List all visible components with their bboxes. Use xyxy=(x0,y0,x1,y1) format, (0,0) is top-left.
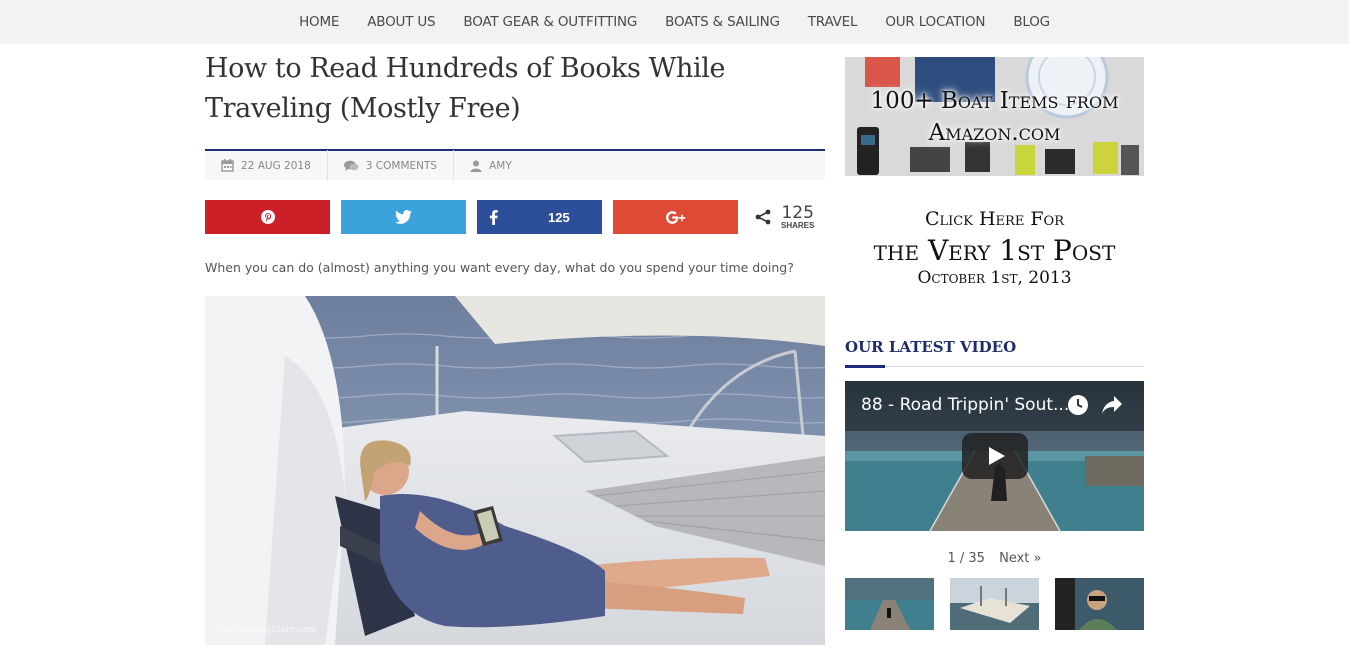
share-total-count: 125 SHARES xyxy=(781,202,815,230)
share-total-number: 125 xyxy=(781,202,814,223)
video-pager-next[interactable]: Next » xyxy=(999,551,1041,566)
post-column: How to Read Hundreds of Books While Trav… xyxy=(205,44,825,645)
amazon-banner-line2: Amazon.com xyxy=(928,120,1061,146)
first-post-link[interactable]: Click Here For the Very 1st Post October… xyxy=(845,206,1144,288)
video-share-icon[interactable] xyxy=(1101,395,1123,415)
share-total: 125 SHARES xyxy=(755,202,815,230)
amazon-banner-text: 100+ Boat Items from Amazon.com xyxy=(845,85,1144,149)
google-plus-icon xyxy=(665,210,685,224)
hero-image: OutChasingStars.com xyxy=(205,296,825,645)
video-play-button[interactable] xyxy=(962,433,1028,479)
post-intro: When you can do (almost) anything you wa… xyxy=(205,260,794,275)
video-thumb[interactable] xyxy=(950,578,1039,630)
post-comments-link[interactable]: 3 COMMENTS xyxy=(328,150,455,181)
nav-menu: HOME ABOUT US BOAT GEAR & OUTFITTING BOA… xyxy=(0,0,1349,44)
pinterest-icon xyxy=(260,210,275,224)
top-navigation: HOME ABOUT US BOAT GEAR & OUTFITTING BOA… xyxy=(0,0,1349,44)
latest-video-player[interactable]: 88 - Road Trippin' Sout... xyxy=(845,381,1144,531)
sidebar: 100+ Boat Items from Amazon.com Click He… xyxy=(845,57,1144,630)
pinterest-share-button[interactable] xyxy=(205,200,330,234)
post-meta-bar: 22 AUG 2018 3 COMMENTS AMY xyxy=(205,149,825,181)
post-author-link[interactable]: AMY xyxy=(454,150,528,181)
calendar-icon xyxy=(221,159,234,172)
google-plus-share-button[interactable] xyxy=(613,200,738,234)
twitter-share-button[interactable] xyxy=(341,200,466,234)
amazon-banner-line1: 100+ Boat Items from xyxy=(870,88,1119,114)
post-date: 22 AUG 2018 xyxy=(205,150,328,181)
post-title: How to Read Hundreds of Books While Trav… xyxy=(205,53,726,124)
video-thumb[interactable] xyxy=(1055,578,1144,630)
nav-item-blog[interactable]: BLOG xyxy=(999,14,1064,30)
post-date-text: 22 AUG 2018 xyxy=(241,159,311,172)
video-pager: 1 / 35 Next » xyxy=(845,551,1144,566)
hero-photo-woman-reading-on-boat: OutChasingStars.com xyxy=(205,296,825,645)
nav-item-about-us[interactable]: ABOUT US xyxy=(353,14,449,30)
latest-video-heading: OUR LATEST VIDEO xyxy=(845,338,1144,368)
amazon-boat-items-banner[interactable]: 100+ Boat Items from Amazon.com xyxy=(845,57,1144,176)
user-icon xyxy=(470,160,482,172)
post-author-text: AMY xyxy=(489,159,512,172)
share-bar: 125 125 SHARES xyxy=(205,200,825,234)
nav-item-boats-sailing[interactable]: BOATS & SAILING xyxy=(651,14,794,30)
video-title: 88 - Road Trippin' Sout... xyxy=(861,395,1070,415)
comments-icon xyxy=(343,160,359,171)
post-comments-text: 3 COMMENTS xyxy=(365,159,438,172)
video-thumbnail-row xyxy=(845,578,1144,630)
hero-watermark: OutChasingStars.com xyxy=(217,625,317,635)
share-total-label: SHARES xyxy=(781,220,815,230)
nav-item-our-location[interactable]: OUR LOCATION xyxy=(871,14,999,30)
video-thumb[interactable] xyxy=(845,578,934,630)
first-post-line1: Click Here For xyxy=(924,208,1064,230)
share-icon xyxy=(755,209,771,225)
watch-later-icon[interactable] xyxy=(1067,394,1089,416)
twitter-icon xyxy=(395,210,412,224)
nav-item-home[interactable]: HOME xyxy=(285,14,353,30)
facebook-icon xyxy=(489,209,498,225)
first-post-line3: October 1st, 2013 xyxy=(917,268,1072,288)
video-pager-position: 1 / 35 xyxy=(947,551,985,566)
nav-item-travel[interactable]: TRAVEL xyxy=(794,14,872,30)
nav-item-boat-gear[interactable]: BOAT GEAR & OUTFITTING xyxy=(449,14,651,30)
facebook-share-count: 125 xyxy=(548,209,570,225)
first-post-line2: the Very 1st Post xyxy=(873,234,1116,267)
facebook-share-button[interactable]: 125 xyxy=(477,200,602,234)
